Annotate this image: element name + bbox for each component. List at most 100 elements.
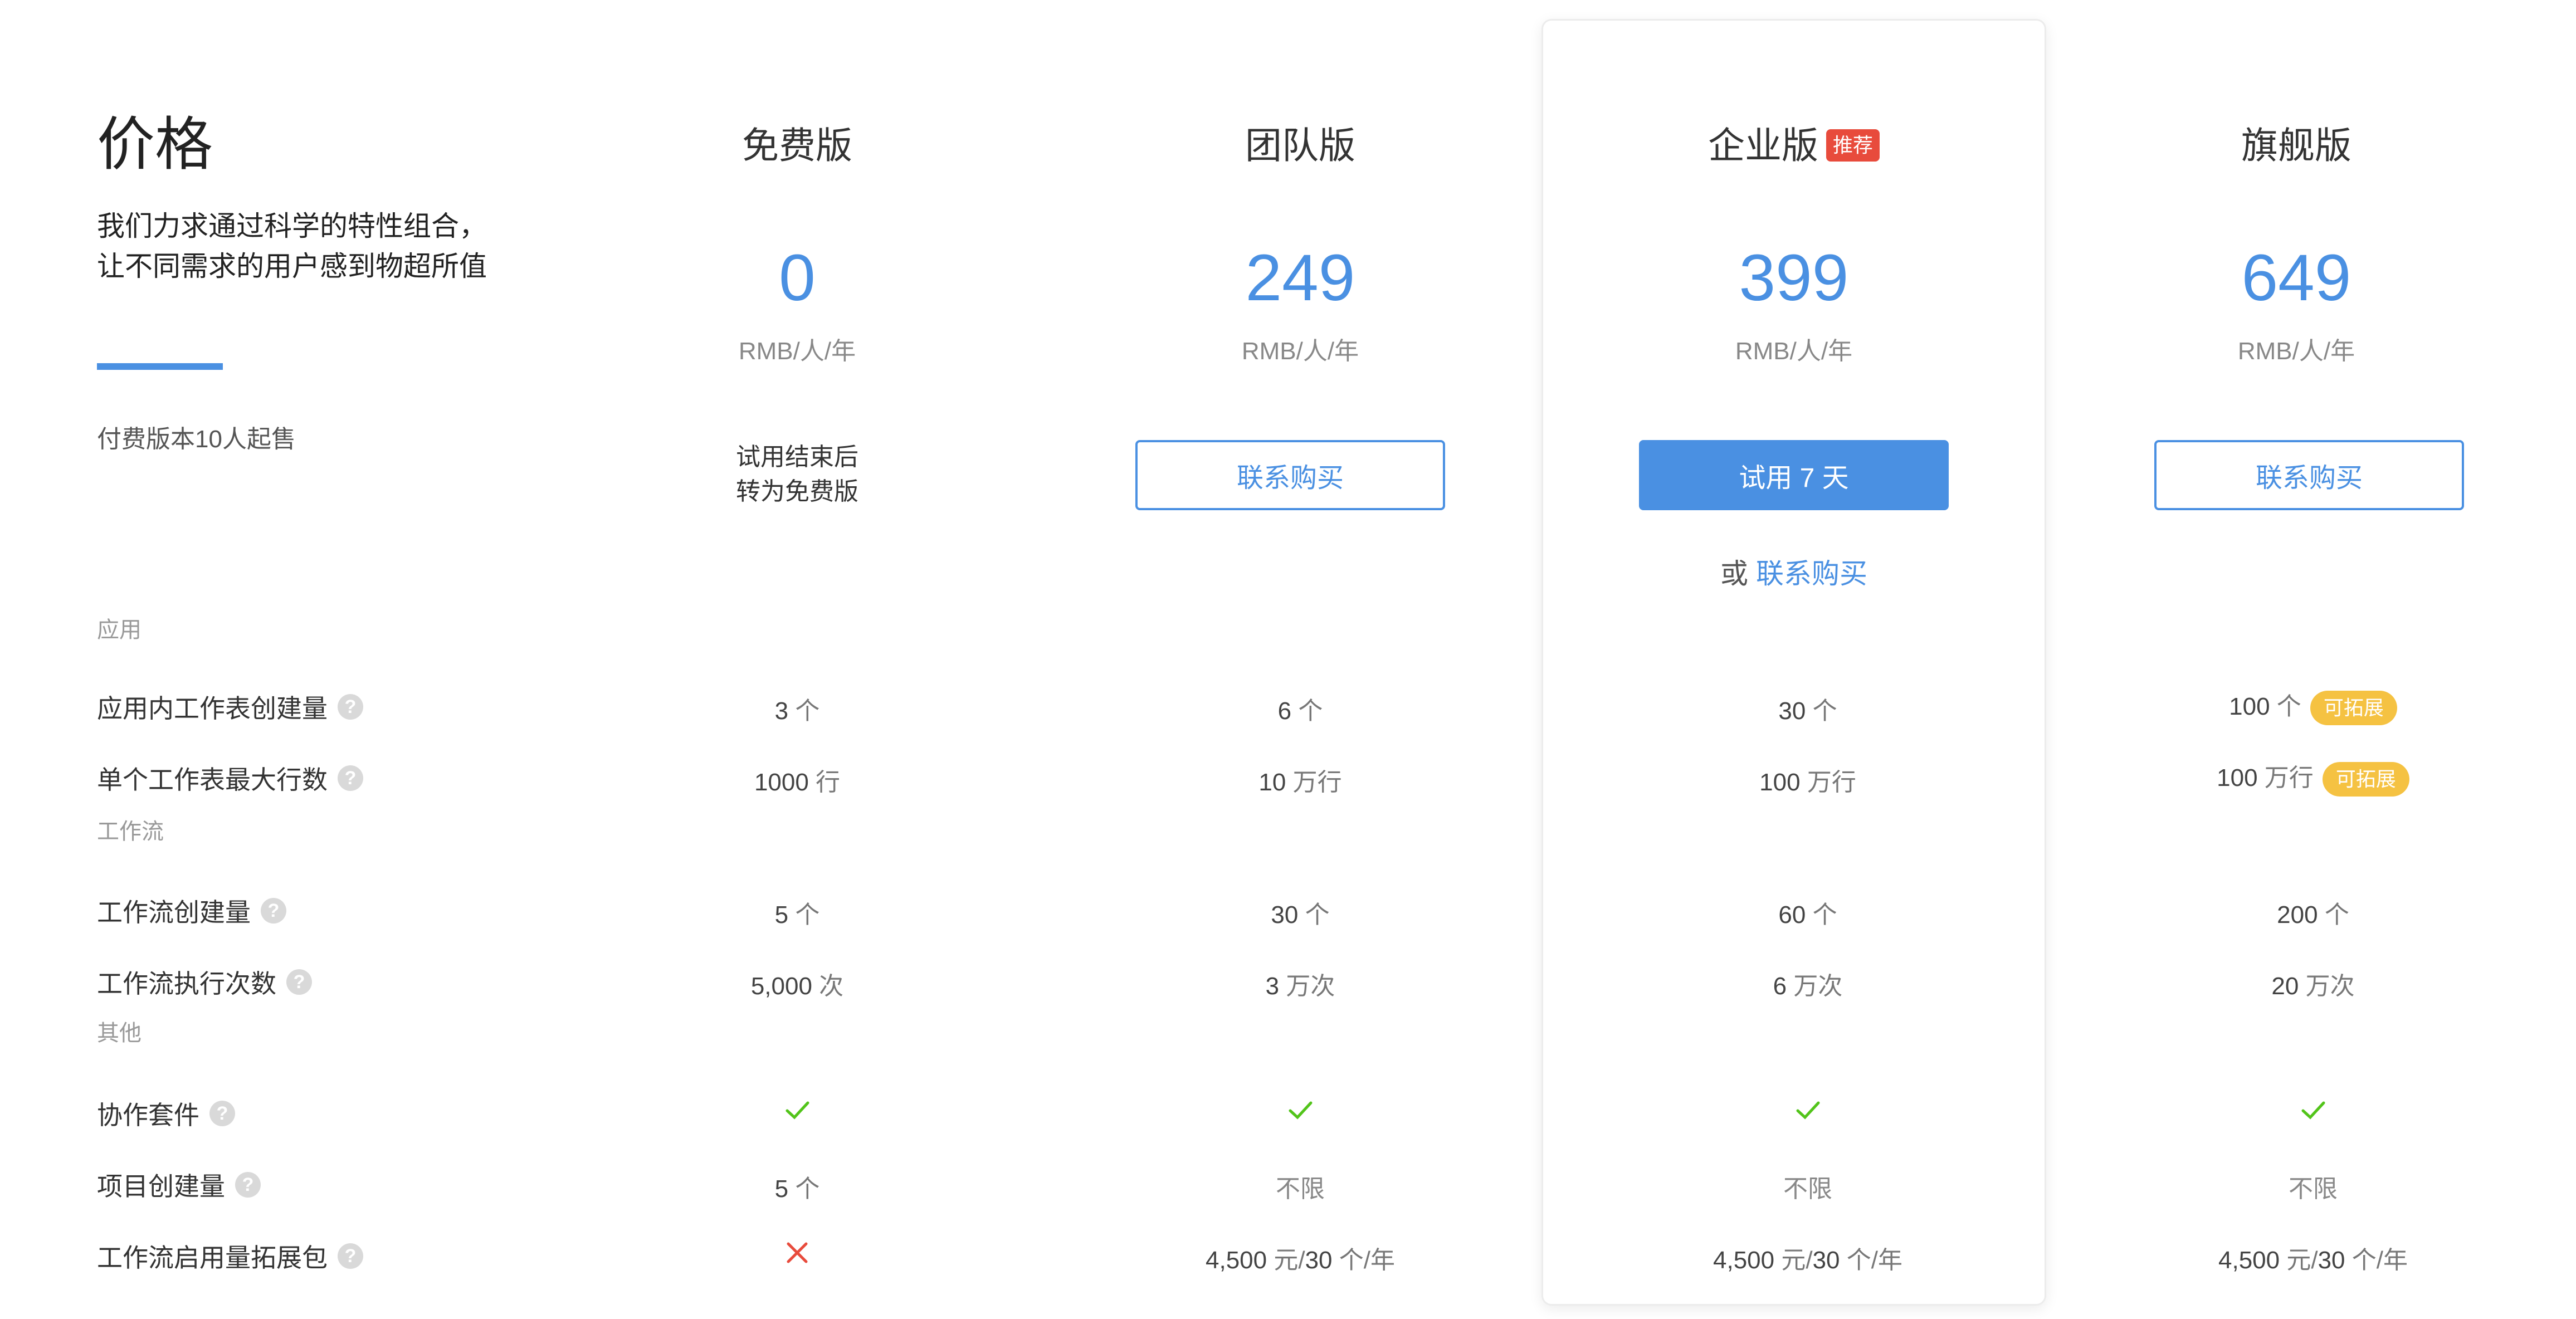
value-text: 不限 — [1783, 1175, 1832, 1203]
page-subtitle: 我们力求通过科学的特性组合， 让不同需求的用户感到物超所值 — [97, 206, 487, 286]
feature-label-text: 项目创建量 — [97, 1172, 225, 1201]
feature-value: 4,500 元/30 个/年 — [2062, 1240, 2564, 1276]
section-label-app: 应用 — [97, 618, 142, 642]
value-unit: 个/年 — [1332, 1247, 1395, 1274]
feature-value: 6 万次 — [1557, 966, 2058, 1002]
help-icon[interactable]: ? — [338, 765, 363, 791]
help-icon[interactable]: ? — [209, 1101, 235, 1126]
value-unit: 元/ — [1774, 1247, 1813, 1274]
plan-name-row: 企业版 推荐 — [1543, 127, 2045, 165]
feature-label: 应用内工作表创建量? — [97, 688, 363, 725]
value-unit: 万行 — [1800, 769, 1856, 796]
value-unit: 次 — [812, 973, 844, 1000]
plan-price: 249 — [1245, 241, 1355, 315]
feature-value: 5 个 — [547, 895, 1048, 930]
value-number: 1000 — [754, 769, 809, 796]
check-icon — [1796, 1101, 1820, 1120]
feature-label: 单个工作表最大行数? — [97, 760, 363, 797]
check-icon — [2301, 1101, 2325, 1120]
plan-price: 399 — [1739, 241, 1849, 315]
subtitle-line-1: 我们力求通过科学的特性组合， — [97, 211, 487, 242]
free-trial-note-line-1: 试用结束后 — [736, 443, 858, 471]
feature-value: 100 个可拓展 — [2062, 686, 2564, 726]
feature-value: 10 万行 — [1050, 762, 1551, 798]
feature-value: 30 个 — [1050, 895, 1551, 930]
page-title: 价格 — [97, 113, 213, 177]
feature-label: 工作流执行次数? — [97, 964, 312, 1000]
feature-value: 4,500 元/30 个/年 — [1557, 1240, 2058, 1276]
help-icon[interactable]: ? — [286, 969, 312, 995]
alt-contact-row: 或 联系购买 — [1543, 551, 2045, 592]
plan-name: 团队版 — [1245, 125, 1355, 166]
feature-value — [547, 1238, 1048, 1267]
feature-label-text: 协作套件 — [97, 1101, 199, 1130]
value-unit: 个 — [1806, 901, 1837, 929]
value-number: 200 — [2277, 901, 2318, 929]
accent-divider — [97, 363, 223, 370]
feature-value: 不限 — [1557, 1169, 2058, 1204]
value-unit: 个 — [2270, 693, 2301, 720]
feature-value — [2062, 1095, 2564, 1125]
feature-value: 5,000 次 — [547, 966, 1048, 1002]
check-icon — [1289, 1101, 1313, 1120]
help-icon[interactable]: ? — [338, 1243, 363, 1269]
value-unit: 个/年 — [2345, 1247, 2408, 1274]
feature-value: 3 万次 — [1050, 966, 1551, 1002]
plan-price-unit: RMB/人/年 — [738, 338, 856, 365]
feature-value: 200 个 — [2062, 895, 2564, 930]
feature-label: 项目创建量? — [97, 1166, 261, 1203]
feature-label-text: 工作流创建量 — [97, 898, 251, 927]
feature-value: 不限 — [1050, 1169, 1551, 1204]
free-trial-note: 试用结束后 转为免费版 — [547, 440, 1048, 509]
help-icon[interactable]: ? — [235, 1172, 261, 1198]
value-number: 6 — [1773, 973, 1787, 1000]
feature-value — [1557, 1095, 2058, 1125]
feature-value — [547, 1095, 1048, 1125]
value-number: 10 — [1258, 769, 1286, 796]
contact-purchase-button[interactable]: 联系购买 — [1135, 440, 1445, 510]
trial-button[interactable]: 试用 7 天 — [1639, 440, 1949, 510]
value-number: 5 — [774, 901, 789, 929]
feature-value: 60 个 — [1557, 895, 2058, 930]
feature-value: 5 个 — [547, 1169, 1048, 1204]
value-unit: 个 — [2318, 901, 2349, 929]
plan-price: 0 — [779, 241, 816, 315]
value-text: 不限 — [2289, 1175, 2338, 1203]
free-trial-note-line-2: 转为免费版 — [736, 478, 858, 505]
help-icon[interactable]: ? — [261, 898, 286, 924]
value-number: 20 — [2271, 973, 2299, 1000]
value-unit: 万行 — [1286, 769, 1342, 796]
plan-price-unit: RMB/人/年 — [2237, 338, 2355, 365]
value-unit: 万次 — [2299, 973, 2355, 1000]
feature-label-text: 工作流执行次数 — [97, 969, 276, 998]
subtitle-line-2: 让不同需求的用户感到物超所值 — [97, 251, 487, 282]
value-number: 3 — [1265, 973, 1280, 1000]
plan-name: 旗舰版 — [2241, 125, 2351, 166]
feature-value — [1050, 1095, 1551, 1125]
feature-label-text: 应用内工作表创建量 — [97, 694, 328, 723]
feature-label: 工作流创建量? — [97, 892, 286, 929]
value-number: 5,000 — [750, 973, 812, 1000]
value-unit: 个 — [788, 697, 820, 725]
value-number: 100 — [1759, 769, 1801, 796]
value-unit: 个/年 — [1840, 1247, 1902, 1274]
feature-value: 20 万次 — [2062, 966, 2564, 1002]
value-number: 100 — [2217, 764, 2258, 792]
plan-price-unit: RMB/人/年 — [1735, 338, 1853, 365]
feature-value: 100 万行 — [1557, 762, 2058, 798]
value-number: 60 — [1778, 901, 1806, 929]
value-unit: 行 — [808, 769, 841, 796]
plan-price-unit: RMB/人/年 — [1241, 338, 1359, 365]
plan-price: 649 — [2241, 241, 2351, 315]
alt-contact-prefix: 或 — [1720, 558, 1749, 589]
help-icon[interactable]: ? — [338, 694, 363, 720]
value-number: 100 — [2229, 693, 2270, 720]
contact-purchase-link[interactable]: 联系购买 — [1756, 558, 1867, 589]
expandable-badge: 可拓展 — [2322, 762, 2409, 797]
contact-purchase-button[interactable]: 联系购买 — [2154, 440, 2464, 510]
value-number: 30 — [1778, 697, 1806, 725]
value-number: 5 — [774, 1175, 789, 1203]
value-unit: 个 — [1806, 697, 1837, 725]
feature-label: 工作流启用量拓展包? — [97, 1238, 363, 1274]
feature-value: 1000 行 — [547, 762, 1048, 798]
